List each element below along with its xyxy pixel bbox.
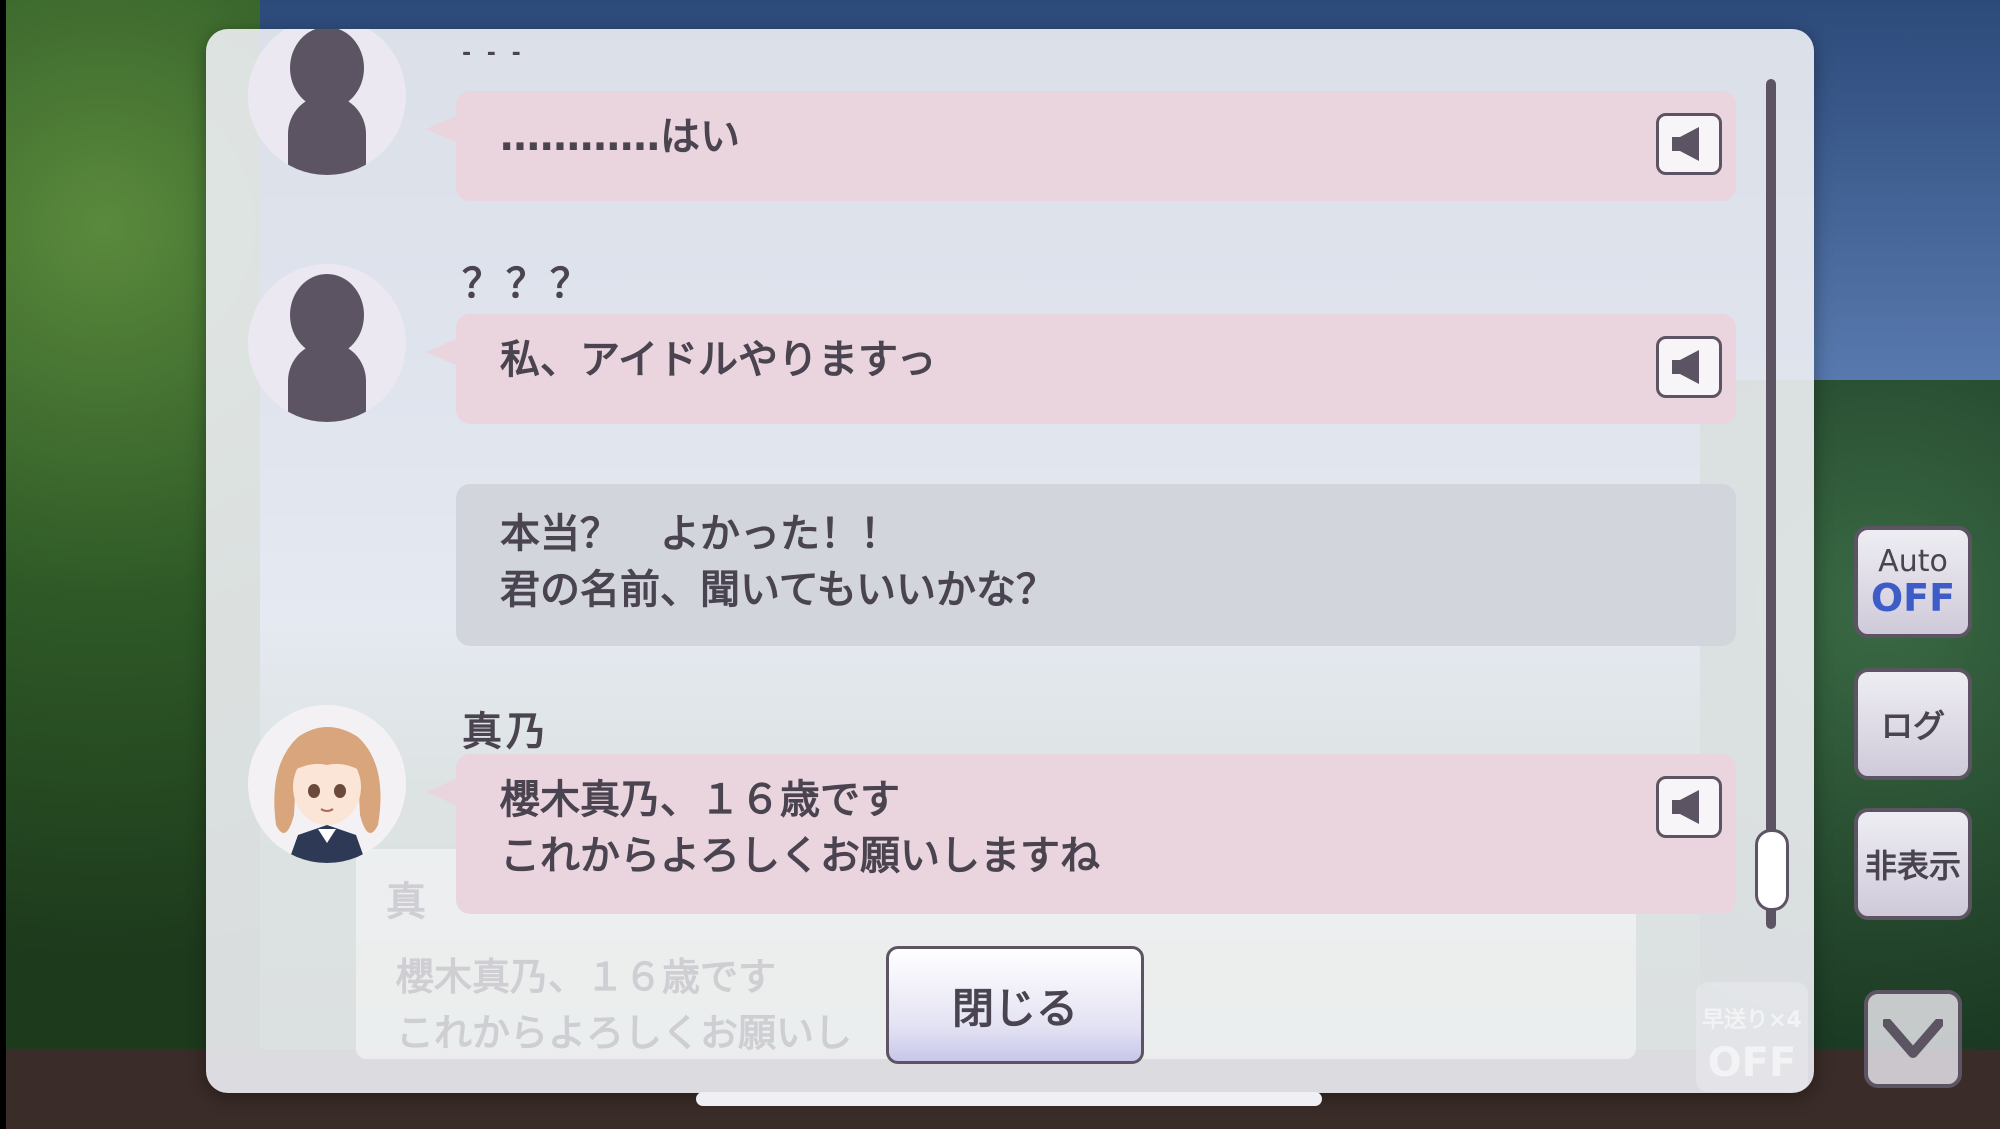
speaker-avatar (248, 264, 406, 422)
dialogue-text-line2: 君の名前、聞いてもいいかな？ (500, 567, 1056, 613)
background-dialog-text: 櫻木真乃、１６歳です これからよろしくお願いし (396, 955, 853, 1055)
fast-forward-label: 早送り×4 (1702, 1008, 1802, 1033)
panel-bottom-indicator (696, 1092, 1322, 1106)
voice-replay-button[interactable] (1656, 113, 1722, 175)
dialogue-text-line2: これからよろしくお願いしますね (500, 833, 1100, 879)
dialogue-text: …………はい (500, 114, 740, 160)
background-dialog-name: 真 (386, 879, 426, 925)
speaker-icon (1672, 790, 1699, 824)
log-scrollbar-thumb[interactable] (1755, 829, 1789, 911)
log-scrollbar-track[interactable] (1766, 79, 1776, 929)
dialogue-log-panel: 真 櫻木真乃、１６歳です これからよろしくお願いし - - - …………はい ？… (206, 29, 1814, 1093)
mano-portrait (248, 705, 406, 863)
advance-button[interactable] (1864, 990, 1962, 1088)
narration-bubble: 本当？ よかった！！ 君の名前、聞いてもいいかな？ (456, 484, 1736, 646)
log-button[interactable]: ログ (1854, 668, 1972, 780)
dialogue-bubble: 私、アイドルやりますっ (426, 314, 1736, 424)
dialogue-bubble: …………はい (426, 91, 1736, 201)
speaker-icon (1672, 350, 1699, 384)
hide-ui-button[interactable]: 非表示 (1854, 808, 1972, 920)
speaker-name: - - - (462, 41, 525, 66)
dialogue-text: 私、アイドルやりますっ (500, 337, 937, 383)
screen-edge (0, 0, 6, 1129)
auto-toggle-button[interactable]: Auto OFF (1854, 526, 1972, 638)
character-avatar-mano (248, 705, 406, 863)
voice-replay-button[interactable] (1656, 776, 1722, 838)
dialogue-text-line1: 櫻木真乃、１６歳です (500, 777, 900, 823)
auto-label: Auto (1878, 544, 1948, 579)
speaker-name: 真乃 (462, 709, 550, 755)
chevron-down-icon (1883, 1019, 1943, 1058)
speaker-icon (1672, 127, 1699, 161)
fast-forward-button[interactable]: 早送り×4 OFF (1696, 982, 1808, 1092)
speaker-avatar (248, 29, 406, 175)
auto-state: OFF (1870, 576, 1956, 620)
voice-replay-button[interactable] (1656, 336, 1722, 398)
dialogue-bubble: 櫻木真乃、１６歳です これからよろしくお願いしますね (426, 754, 1736, 914)
fast-forward-state: OFF (1707, 1040, 1797, 1086)
speaker-name: ？？？ (462, 261, 594, 307)
close-log-button[interactable]: 閉じる (886, 946, 1144, 1064)
dialogue-text-line1: 本当？ よかった！！ (500, 511, 900, 557)
